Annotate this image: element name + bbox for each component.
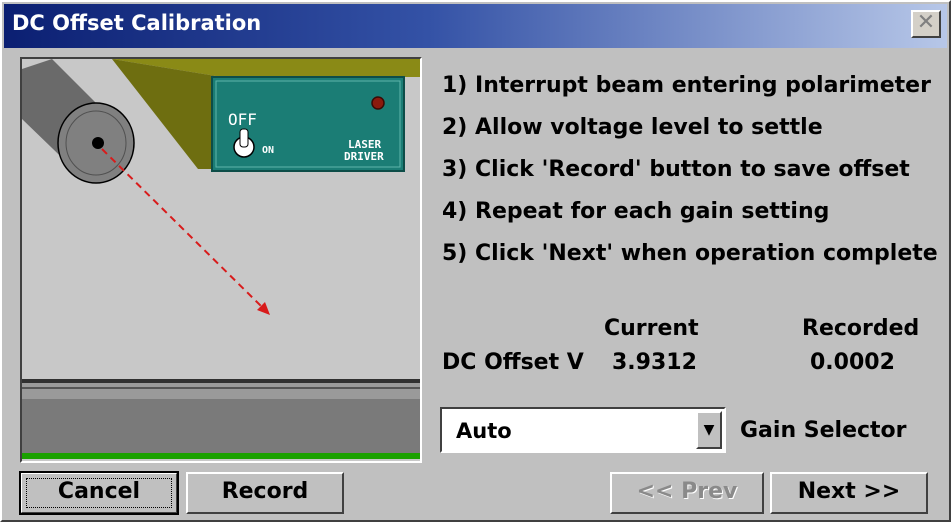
prev-button-label: << Prev bbox=[636, 479, 738, 504]
cancel-button[interactable]: Cancel bbox=[19, 471, 179, 515]
laser-aperture bbox=[92, 137, 104, 149]
laser-setup-graphic: OFF ON LASER DRIVER bbox=[22, 59, 420, 461]
laser-driver-label-line2: DRIVER bbox=[344, 150, 384, 163]
window-title: DC Offset Calibration bbox=[12, 11, 262, 35]
next-button[interactable]: Next >> bbox=[770, 472, 928, 514]
optical-rail bbox=[22, 399, 420, 453]
instruction-step-2: 2) Allow voltage level to settle bbox=[442, 115, 823, 140]
instruction-step-3: 3) Click 'Record' button to save offset bbox=[442, 157, 910, 182]
gain-selected-value: Auto bbox=[456, 419, 512, 443]
close-icon: ✕ bbox=[916, 10, 936, 35]
switch-off-label: OFF bbox=[228, 110, 257, 129]
gain-selector-label: Gain Selector bbox=[740, 418, 907, 443]
instruction-step-5: 5) Click 'Next' when operation complete bbox=[442, 241, 938, 266]
instruction-step-1: 1) Interrupt beam entering polarimeter bbox=[442, 73, 931, 98]
gain-selector-dropdown[interactable]: Auto ▼ bbox=[440, 407, 726, 453]
prev-button[interactable]: << Prev bbox=[610, 472, 764, 514]
led-indicator-icon bbox=[371, 96, 385, 110]
dropdown-arrow-button[interactable]: ▼ bbox=[696, 411, 722, 449]
instruction-list: 1) Interrupt beam entering polarimeter 2… bbox=[442, 68, 938, 278]
recorded-offset-value: 0.0002 bbox=[810, 350, 895, 375]
dc-offset-calibration-dialog: DC Offset Calibration ✕ OFF ON LASER DRI… bbox=[0, 0, 951, 522]
instruction-step-4: 4) Repeat for each gain setting bbox=[442, 199, 830, 224]
dc-offset-row-label: DC Offset V bbox=[442, 350, 584, 375]
chevron-down-icon: ▼ bbox=[703, 422, 715, 438]
next-button-label: Next >> bbox=[797, 479, 901, 504]
laser-setup-illustration: OFF ON LASER DRIVER bbox=[20, 57, 422, 463]
record-button[interactable]: Record bbox=[186, 472, 344, 514]
recorded-header: Recorded bbox=[802, 316, 920, 341]
title-bar[interactable]: DC Offset Calibration ✕ bbox=[4, 4, 947, 48]
record-button-label: Record bbox=[221, 479, 309, 504]
switch-on-label: ON bbox=[262, 145, 274, 156]
current-offset-value: 3.9312 bbox=[612, 350, 697, 375]
current-header: Current bbox=[604, 316, 699, 341]
close-button[interactable]: ✕ bbox=[911, 10, 941, 38]
